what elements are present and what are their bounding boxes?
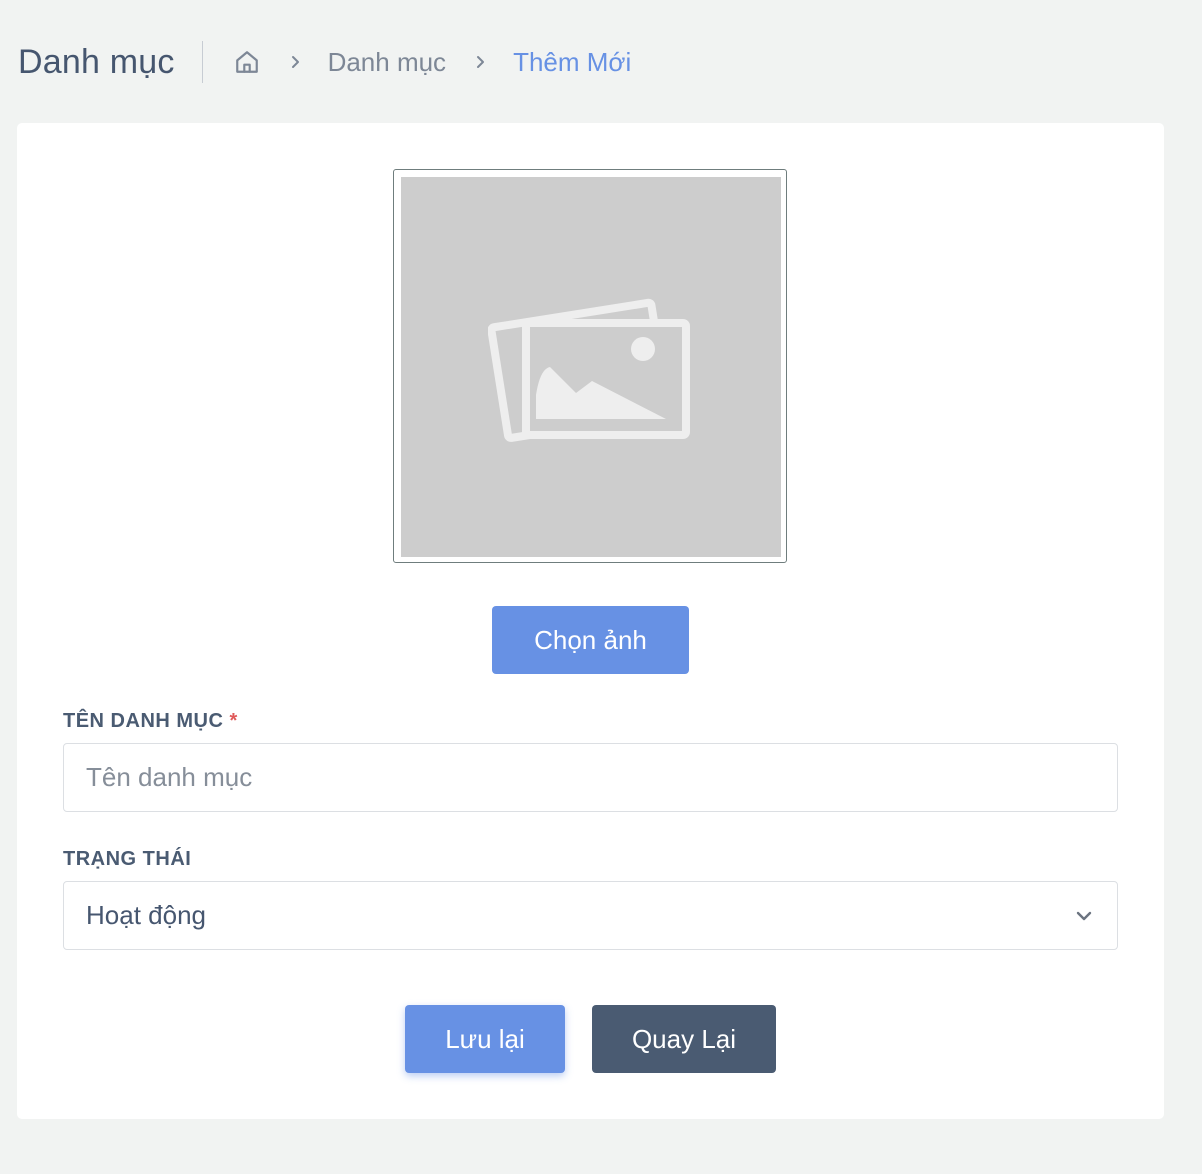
required-mark: * [229, 710, 238, 732]
header-divider [201, 41, 203, 83]
page-title: Danh mục [18, 42, 175, 81]
page-header: Danh mục Danh mục Thêm Mới [18, 36, 631, 88]
choose-image-button[interactable]: Chọn ảnh [492, 606, 689, 674]
chevron-right-icon [474, 55, 486, 69]
form-card: Chọn ảnh TÊN DANH MỤC* TRẠNG THÁI Hoạt đ… [17, 123, 1164, 1119]
category-name-input[interactable] [63, 743, 1118, 812]
breadcrumb: Danh mục Thêm Mới [233, 46, 632, 78]
chevron-right-icon [289, 55, 301, 69]
image-preview [393, 169, 787, 563]
breadcrumb-item-add-new: Thêm Mới [513, 46, 632, 77]
category-name-label-text: TÊN DANH MỤC [63, 710, 224, 732]
back-button[interactable]: Quay Lại [592, 1005, 776, 1073]
save-button[interactable]: Lưu lại [405, 1005, 565, 1073]
status-select[interactable]: Hoạt động [63, 881, 1118, 950]
image-placeholder-icon [487, 285, 694, 450]
status-select-value: Hoạt động [86, 900, 206, 930]
category-name-label: TÊN DANH MỤC * [63, 710, 238, 733]
breadcrumb-item-category[interactable]: Danh mục [328, 47, 447, 78]
status-label: TRẠNG THÁI [63, 848, 192, 870]
home-icon[interactable] [233, 48, 261, 76]
chevron-down-icon [1075, 907, 1093, 925]
image-placeholder [401, 177, 781, 557]
